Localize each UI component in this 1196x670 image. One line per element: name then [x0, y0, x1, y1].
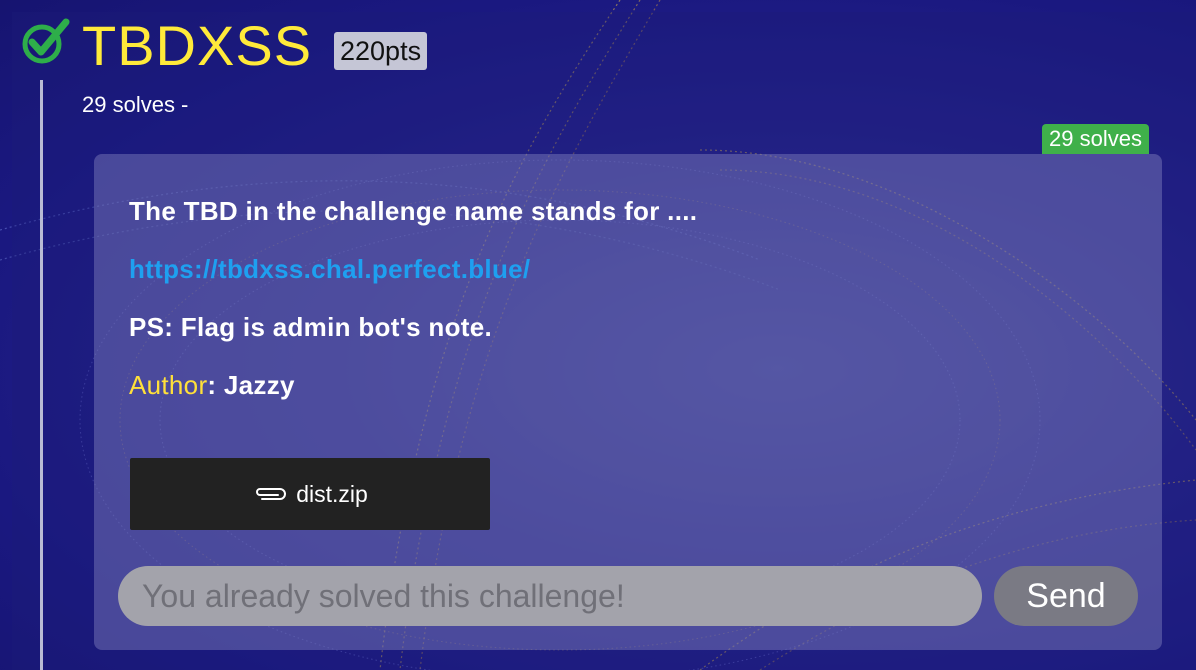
points-badge: 220pts [334, 32, 428, 70]
solves-count: 29 solves - [82, 92, 189, 117]
download-attachment-button[interactable]: dist.zip [130, 458, 490, 530]
challenge-link[interactable]: https://tbdxss.chal.perfect.blue/ [129, 254, 530, 285]
author-separator: : [207, 370, 224, 400]
flag-input[interactable] [118, 566, 982, 626]
challenge-title: TBDXSS [82, 14, 313, 77]
attachment-filename: dist.zip [296, 480, 368, 507]
timeline-line [40, 80, 43, 670]
send-button[interactable]: Send [994, 566, 1138, 626]
author-line: Author: Jazzy [129, 370, 295, 401]
check-icon [22, 18, 70, 64]
author-name: Jazzy [223, 370, 295, 400]
solves-badge: 29 solves [1042, 124, 1149, 154]
description-note: PS: Flag is admin bot's note. [129, 312, 493, 342]
description-text: The TBD in the challenge name stands for… [129, 196, 698, 226]
paperclip-icon [256, 488, 287, 500]
author-label: Author [129, 370, 208, 400]
